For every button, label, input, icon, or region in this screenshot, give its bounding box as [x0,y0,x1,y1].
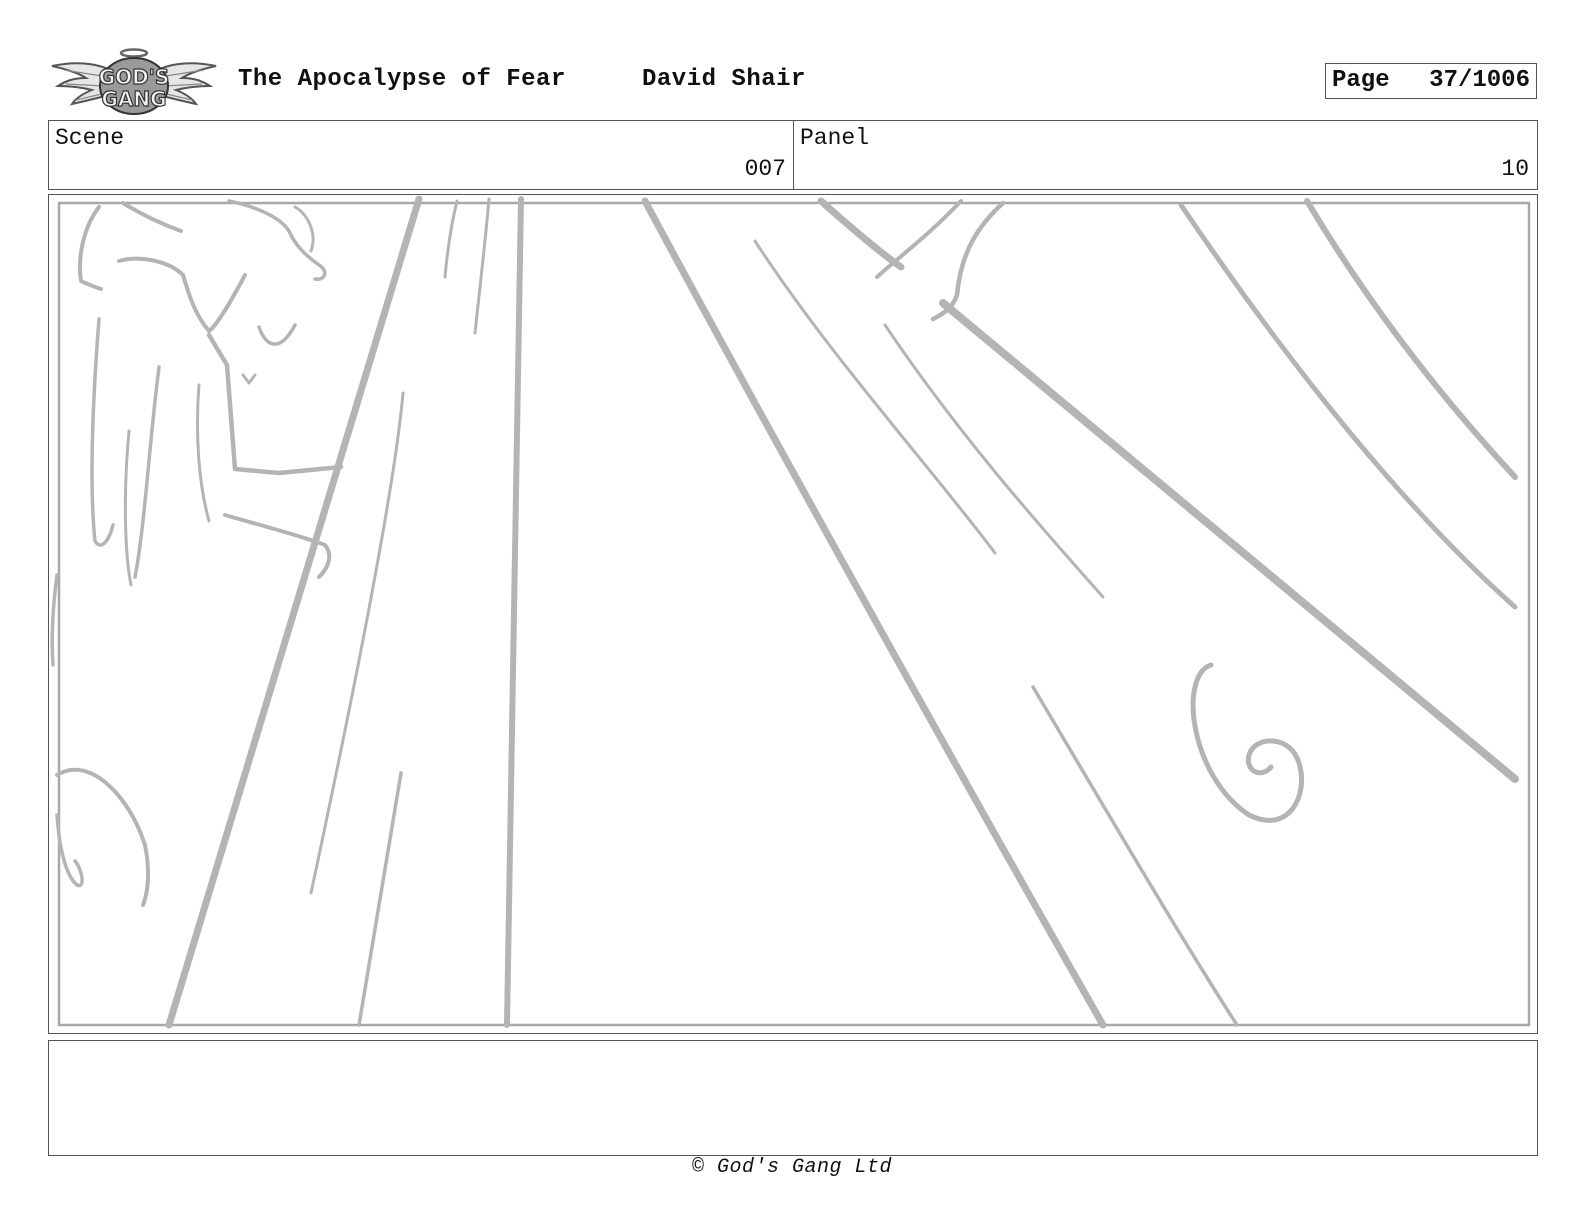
panel-notes-box [48,1040,1538,1156]
panel-label: Panel [800,125,870,151]
page-number: 37/1006 [1429,67,1530,94]
svg-text:GOD'S: GOD'S [99,65,170,89]
panel-number: 10 [1501,156,1529,182]
logo-graphic: GOD'S GANG [51,48,217,115]
sketch-drawing [50,195,1531,1029]
panel-cell: Panel 10 [794,121,1536,189]
storyboard-panel-drawing [48,194,1538,1034]
page-indicator: Page 37/1006 [1325,63,1537,99]
author-name: David Shair [642,66,806,93]
copyright-footer: © God's Gang Ltd [691,1156,893,1179]
scene-panel-row: Scene 007 Panel 10 [48,120,1538,190]
gods-gang-logo: GOD'S GANG [50,46,218,118]
scene-number: 007 [744,156,786,182]
svg-text:GANG: GANG [101,87,166,111]
project-title: The Apocalypse of Fear [238,66,566,93]
scene-label: Scene [55,125,125,151]
page-label: Page [1332,67,1390,94]
scene-cell: Scene 007 [49,121,794,189]
